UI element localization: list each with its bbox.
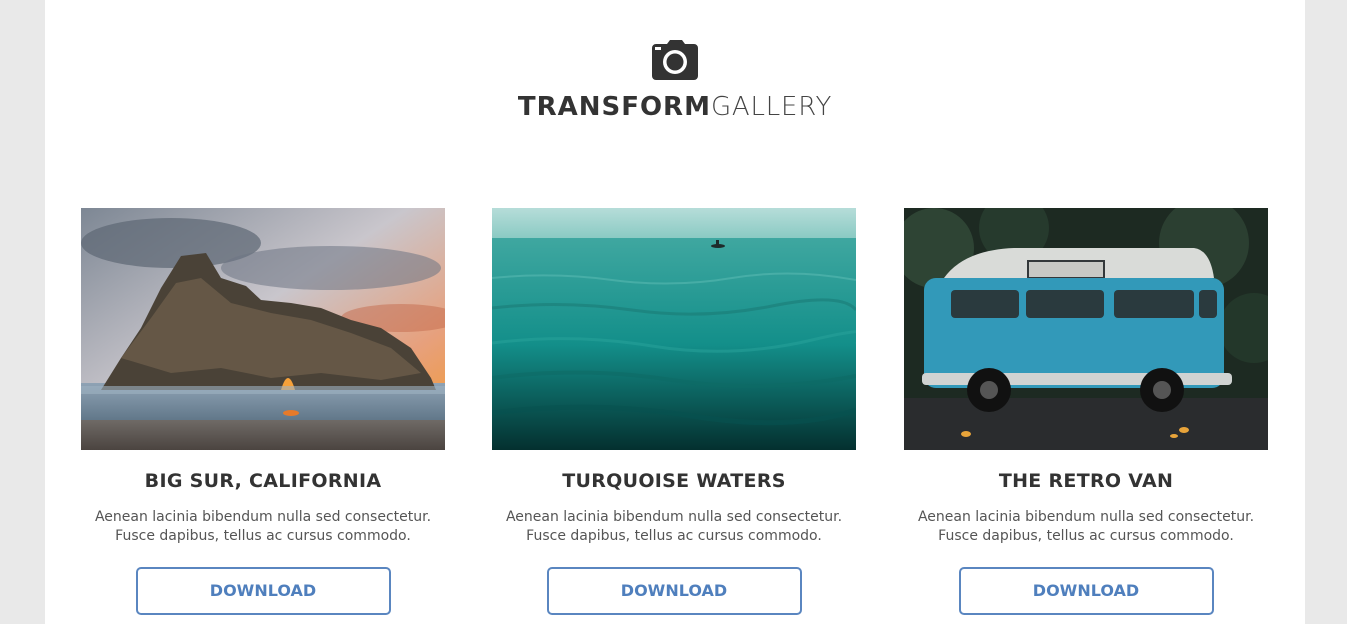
download-button[interactable]: DOWNLOAD xyxy=(958,567,1214,615)
gallery-card: TURQUOISE WATERS Aenean lacinia bibendum… xyxy=(492,208,856,615)
site-logo[interactable]: TRANSFORMGALLERY xyxy=(45,40,1305,122)
big-sur-photo xyxy=(81,208,445,450)
brand-strong: TRANSFORM xyxy=(517,92,711,122)
camera-icon xyxy=(652,40,698,80)
gallery-card: THE RETRO VAN Aenean lacinia bibendum nu… xyxy=(904,208,1268,615)
card-title: THE RETRO VAN xyxy=(998,470,1174,492)
card-description: Aenean lacinia bibendum nulla sed consec… xyxy=(505,509,843,544)
card-description: Aenean lacinia bibendum nulla sed consec… xyxy=(94,509,432,544)
gallery-card: BIG SUR, CALIFORNIA Aenean lacinia biben… xyxy=(81,208,445,615)
brand-light: GALLERY xyxy=(710,92,833,122)
card-title: BIG SUR, CALIFORNIA xyxy=(144,470,382,492)
download-button[interactable]: DOWNLOAD xyxy=(546,567,802,615)
card-title: TURQUOISE WATERS xyxy=(562,470,786,492)
download-button[interactable]: DOWNLOAD xyxy=(135,567,391,615)
retro-van-photo xyxy=(904,208,1268,450)
brand-name: TRANSFORMGALLERY xyxy=(45,92,1305,122)
gallery-page: TRANSFORMGALLERY BIG SUR, CALIFORNIA Aen… xyxy=(45,0,1305,624)
turquoise-waters-photo xyxy=(492,208,856,450)
card-description: Aenean lacinia bibendum nulla sed consec… xyxy=(917,509,1255,544)
